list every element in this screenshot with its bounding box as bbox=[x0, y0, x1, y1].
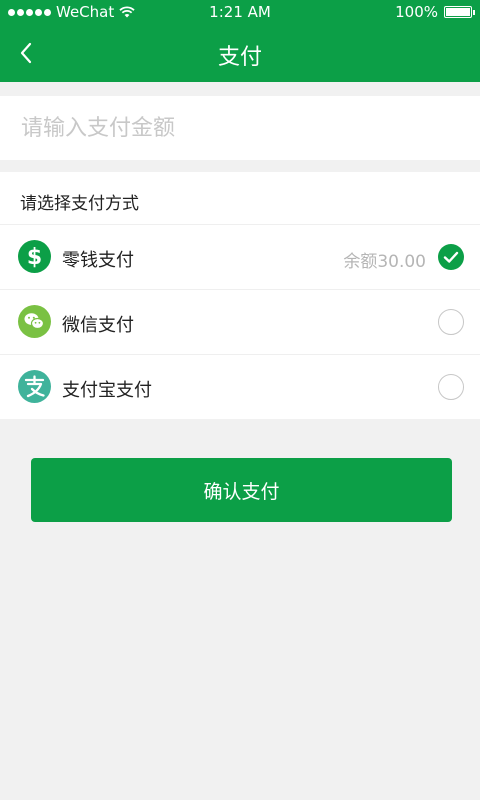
amount-box bbox=[0, 96, 480, 160]
alipay-icon bbox=[18, 370, 51, 403]
checkmark-icon bbox=[443, 251, 459, 263]
status-bar: WeChat 1:21 AM 100% bbox=[0, 0, 480, 24]
confirm-payment-button[interactable]: 确认支付 bbox=[31, 458, 452, 522]
status-right: 100% bbox=[395, 3, 475, 21]
battery-percent: 100% bbox=[395, 3, 438, 21]
payment-method-alipay[interactable]: 支付宝支付 bbox=[0, 354, 480, 419]
svg-text:$: $ bbox=[27, 245, 42, 270]
payment-method-wechat[interactable]: 微信支付 bbox=[0, 289, 480, 354]
amount-input[interactable] bbox=[0, 96, 480, 160]
dollar-icon: $ bbox=[18, 240, 51, 273]
payment-radio-checked[interactable] bbox=[438, 244, 464, 270]
payment-radio[interactable] bbox=[438, 374, 464, 400]
payment-method-label: 微信支付 bbox=[62, 315, 134, 336]
payment-method-label: 支付宝支付 bbox=[62, 380, 152, 401]
payment-method-label: 零钱支付 bbox=[62, 250, 134, 271]
nav-bar: 支付 bbox=[0, 24, 480, 82]
balance-text: 余额30.00 bbox=[343, 252, 426, 272]
battery-icon bbox=[444, 6, 475, 18]
payment-section-title: 请选择支付方式 bbox=[20, 194, 139, 214]
payment-method-change[interactable]: $ 零钱支付 余额30.00 bbox=[0, 224, 480, 289]
page-title: 支付 bbox=[217, 45, 262, 70]
payment-methods: 请选择支付方式 $ 零钱支付 余额30.00 微信支付 支付宝支付 bbox=[0, 172, 480, 419]
payment-radio[interactable] bbox=[438, 309, 464, 335]
wechat-icon bbox=[18, 305, 51, 338]
